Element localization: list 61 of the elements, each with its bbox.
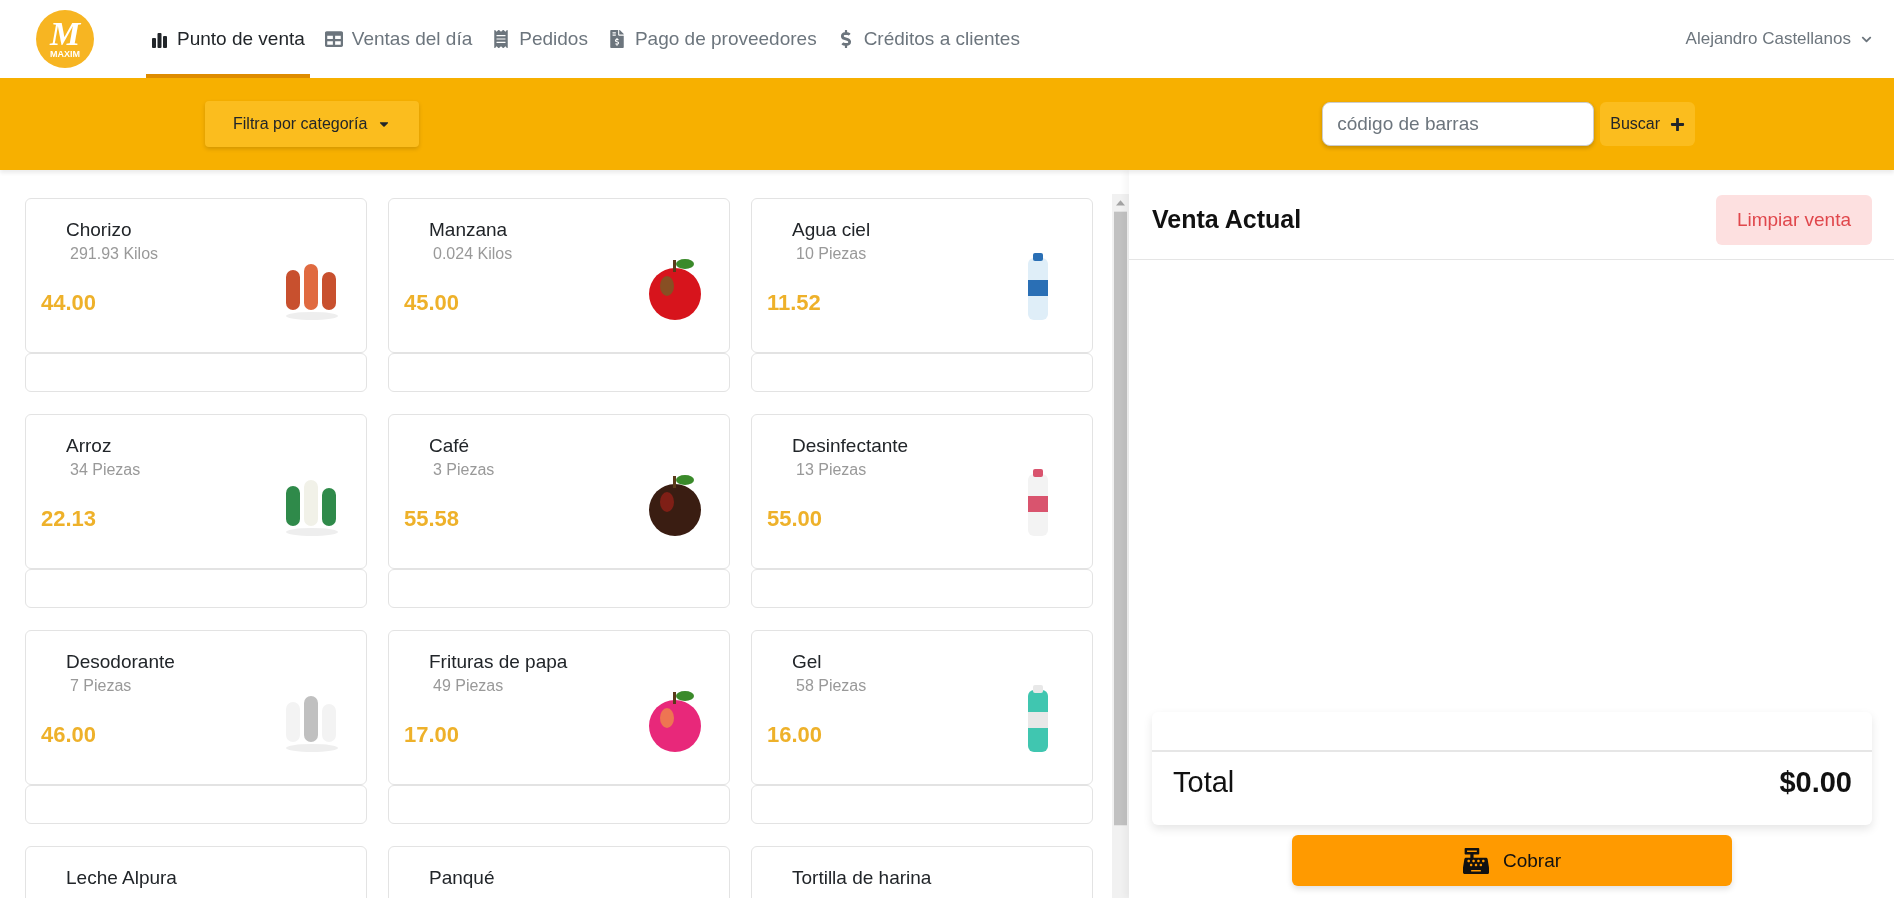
product-price: 55.00 <box>767 505 824 532</box>
product-card[interactable]: Chorizo 291.93 Kilos 44.00 <box>25 198 367 353</box>
product-name: Chorizo <box>65 219 133 241</box>
user-menu[interactable]: Alejandro Castellanos <box>1685 29 1872 49</box>
sale-title: Venta Actual <box>1152 205 1302 234</box>
product-price: 16.00 <box>767 721 824 748</box>
category-filter-button[interactable]: Filtra por categoría <box>205 101 420 147</box>
charge-button[interactable]: Cobrar <box>1292 835 1732 886</box>
product-card[interactable]: Desodorante 7 Piezas 46.00 <box>25 630 367 785</box>
product-card[interactable]: Café 3 Piezas 55.58 <box>388 414 730 569</box>
product-card[interactable]: Frituras de papa 49 Piezas 17.00 <box>388 630 730 785</box>
product-card[interactable]: Gel 58 Piezas 16.00 <box>751 630 1093 785</box>
product-price: 46.00 <box>41 721 98 748</box>
product-stock: 291.93 Kilos <box>69 245 160 263</box>
barcode-field[interactable]: código de barras <box>1322 102 1595 146</box>
scrollbar[interactable] <box>1112 194 1129 898</box>
product-card[interactable]: Arroz 34 Piezas 22.13 <box>25 414 367 569</box>
nav-tab[interactable]: Pago de proveedores <box>602 0 822 78</box>
product-card[interactable]: Manzana 0.024 Kilos 45.00 <box>388 198 730 353</box>
cash-register-icon <box>1462 847 1489 874</box>
product-name: Leche Alpura <box>65 867 178 889</box>
product-name: Tortilla de harina <box>791 867 933 889</box>
nav-tab[interactable]: Créditos a clientes <box>831 0 1025 78</box>
product-price: 11.52 <box>767 289 822 316</box>
product-name: Agua ciel <box>791 219 872 241</box>
total-label: Total <box>1173 766 1235 799</box>
invoice-icon <box>607 30 626 48</box>
product-stock: 58 Piezas <box>795 677 868 695</box>
receipt-icon <box>492 30 511 48</box>
product-stock: 3 Piezas <box>432 461 496 479</box>
product-name: Arroz <box>65 435 113 457</box>
product-stock: 49 Piezas <box>432 677 505 695</box>
search-button[interactable]: Buscar <box>1600 102 1695 146</box>
product-card[interactable]: Desinfectante 13 Piezas 55.00 <box>751 414 1093 569</box>
product-stock: 7 Piezas <box>69 677 133 695</box>
table-icon <box>324 30 343 48</box>
product-name: Desinfectante <box>791 435 910 457</box>
product-stock: 13 Piezas <box>795 461 868 479</box>
product-price: 45.00 <box>404 289 461 316</box>
product-name: Gel <box>791 651 823 673</box>
product-card[interactable]: Panqué <box>388 846 730 898</box>
product-price: 44.00 <box>41 289 98 316</box>
product-name: Panqué <box>428 867 496 889</box>
product-name: Desodorante <box>65 651 176 673</box>
total-value: $0.00 <box>1779 766 1852 799</box>
product-price: 55.58 <box>404 505 461 532</box>
product-stock: 0.024 Kilos <box>432 245 514 263</box>
nav-tab[interactable]: Ventas del día <box>319 0 478 78</box>
product-card[interactable]: Tortilla de harina <box>751 846 1093 898</box>
product-card[interactable]: Agua ciel 10 Piezas 11.52 <box>751 198 1093 353</box>
product-name: Café <box>428 435 471 457</box>
product-stock: 10 Piezas <box>795 245 868 263</box>
product-name: Frituras de papa <box>428 651 569 673</box>
product-stock: 34 Piezas <box>69 461 142 479</box>
product-name: Manzana <box>428 219 509 241</box>
nav-tab[interactable]: Pedidos <box>487 0 593 78</box>
plus-icon <box>1670 116 1685 132</box>
product-card[interactable]: Leche Alpura <box>25 846 367 898</box>
product-price: 22.13 <box>41 505 98 532</box>
bar-chart-icon <box>151 30 168 48</box>
product-price: 17.00 <box>404 721 461 748</box>
